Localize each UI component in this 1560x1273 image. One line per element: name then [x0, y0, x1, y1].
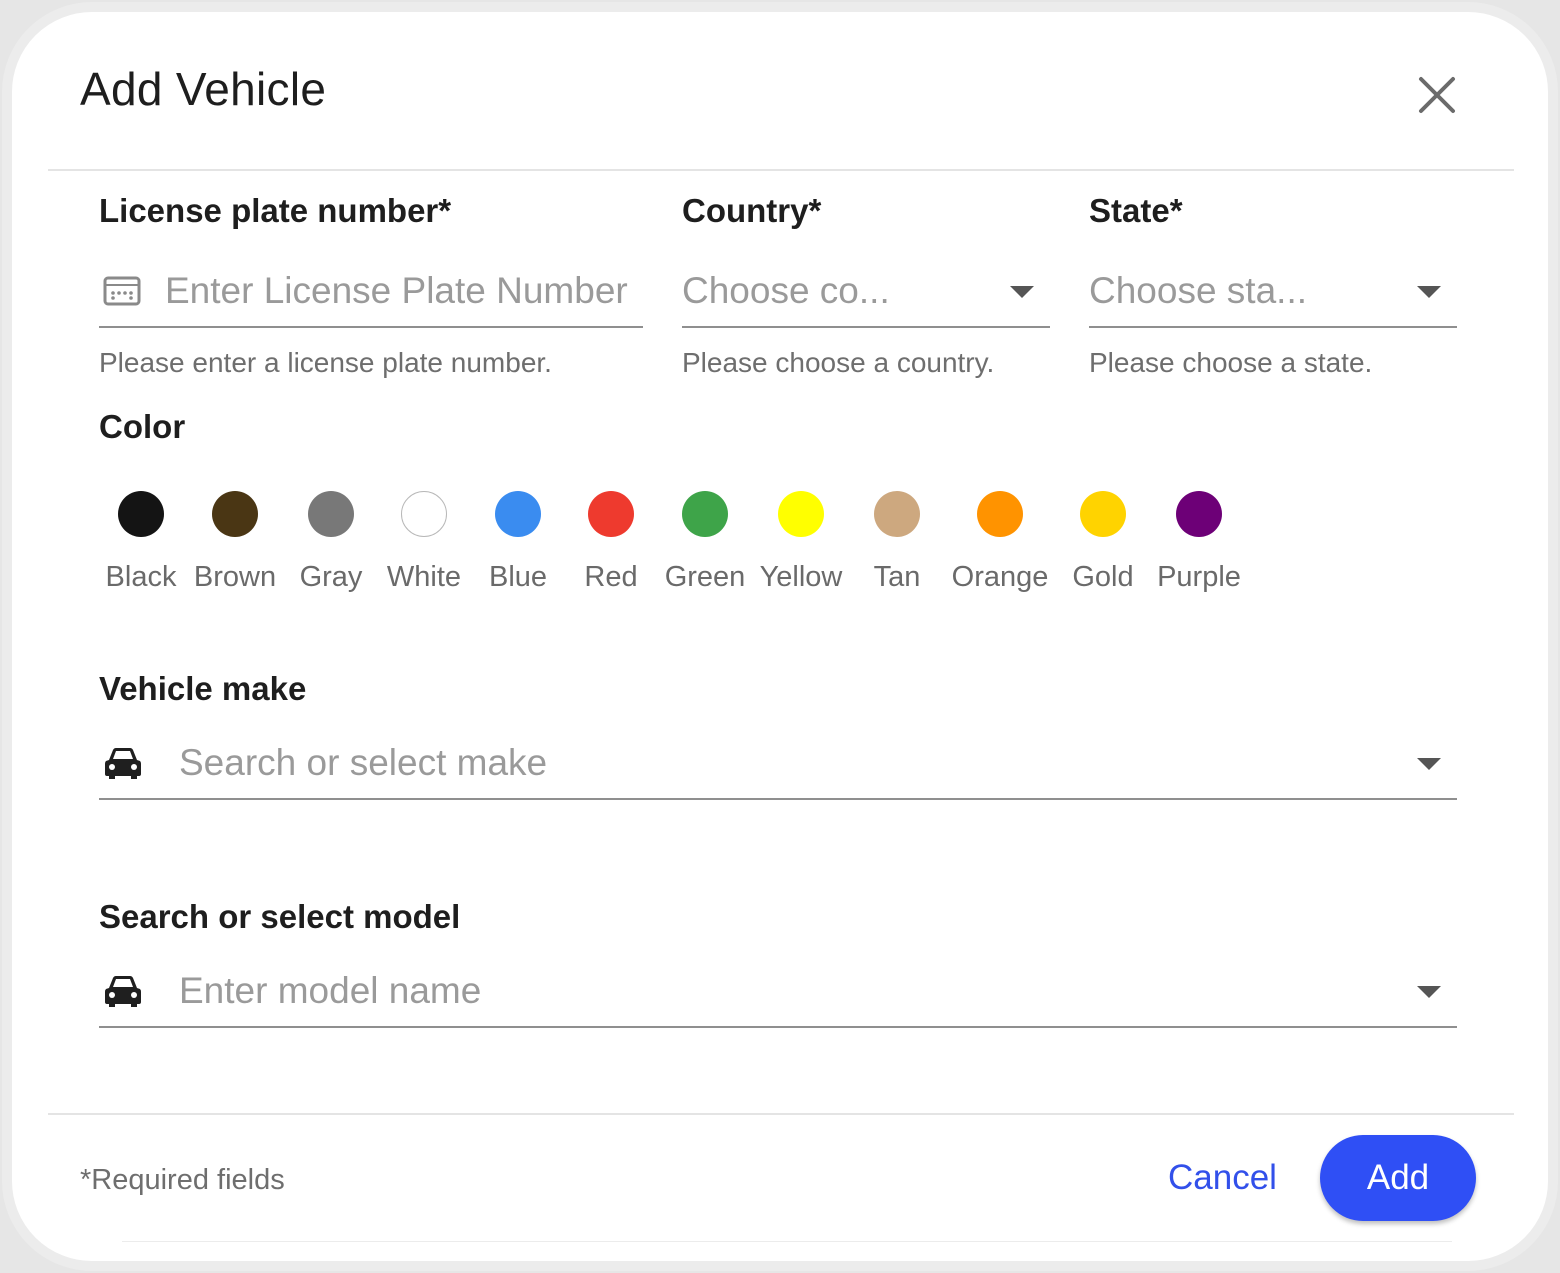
- license-plate-input[interactable]: Enter License Plate Number: [99, 256, 643, 328]
- color-option-label: Tan: [873, 561, 921, 593]
- vehicle-model-label: Search or select model: [99, 898, 461, 935]
- close-button[interactable]: [1412, 72, 1462, 122]
- state-placeholder: Choose sta...: [1089, 270, 1308, 311]
- color-option-label: Yellow: [759, 561, 843, 593]
- color-option-orange[interactable]: Orange: [952, 491, 1048, 593]
- color-option-brown[interactable]: Brown: [194, 491, 276, 593]
- color-swatch: [212, 491, 258, 537]
- car-icon: [103, 746, 143, 780]
- color-option-label: Red: [584, 561, 638, 593]
- license-plate-placeholder: Enter License Plate Number: [165, 270, 628, 311]
- chevron-down-icon: [1417, 986, 1441, 998]
- color-swatch: [118, 491, 164, 537]
- color-option-purple[interactable]: Purple: [1157, 491, 1241, 593]
- footer-bottom-line: [122, 1241, 1452, 1242]
- country-helper: Please choose a country.: [682, 347, 995, 378]
- color-option-label: White: [386, 561, 462, 593]
- color-option-black[interactable]: Black: [106, 491, 176, 593]
- color-swatch: [495, 491, 541, 537]
- color-swatch: [874, 491, 920, 537]
- vehicle-make-select[interactable]: Search or select make: [99, 728, 1457, 800]
- vehicle-make-label: Vehicle make: [99, 670, 307, 707]
- country-select[interactable]: Choose co...: [682, 256, 1050, 328]
- country-placeholder: Choose co...: [682, 270, 890, 311]
- color-option-label: Brown: [193, 561, 277, 593]
- state-select[interactable]: Choose sta...: [1089, 256, 1457, 328]
- cancel-button[interactable]: Cancel: [1168, 1158, 1277, 1198]
- color-swatch: [401, 491, 447, 537]
- color-option-gray[interactable]: Gray: [300, 491, 362, 593]
- color-option-gold[interactable]: Gold: [1072, 491, 1134, 593]
- chevron-down-icon: [1417, 758, 1441, 770]
- color-option-green[interactable]: Green: [665, 491, 745, 593]
- color-option-label: Black: [105, 561, 177, 593]
- state-helper: Please choose a state.: [1089, 347, 1373, 378]
- color-swatch: [588, 491, 634, 537]
- color-swatch: [977, 491, 1023, 537]
- vehicle-make-placeholder: Search or select make: [179, 742, 548, 783]
- license-plate-helper: Please enter a license plate number.: [99, 347, 552, 378]
- add-vehicle-dialog: Add Vehicle License plate number* Enter …: [2, 2, 1558, 1271]
- color-option-label: Orange: [951, 561, 1049, 593]
- color-option-tan[interactable]: Tan: [874, 491, 920, 593]
- color-option-white[interactable]: White: [387, 491, 461, 593]
- chevron-down-icon: [1010, 286, 1034, 298]
- color-option-label: Purple: [1157, 561, 1241, 593]
- color-option-label: Green: [664, 561, 746, 593]
- chevron-down-icon: [1417, 286, 1441, 298]
- header-divider: [48, 169, 1514, 171]
- color-label: Color: [99, 408, 186, 445]
- color-option-label: Gray: [299, 561, 363, 593]
- required-fields-note: *Required fields: [80, 1164, 285, 1196]
- color-option-yellow[interactable]: Yellow: [760, 491, 842, 593]
- color-swatch: [308, 491, 354, 537]
- color-swatch: [682, 491, 728, 537]
- vehicle-model-placeholder: Enter model name: [179, 970, 482, 1011]
- color-swatch: [778, 491, 824, 537]
- color-option-label: Gold: [1072, 561, 1134, 593]
- add-button[interactable]: Add: [1320, 1135, 1476, 1221]
- footer-divider: [48, 1113, 1514, 1115]
- color-option-blue[interactable]: Blue: [489, 491, 547, 593]
- vehicle-model-select[interactable]: Enter model name: [99, 956, 1457, 1028]
- color-swatch: [1080, 491, 1126, 537]
- color-option-label: Blue: [488, 561, 548, 593]
- car-icon: [103, 974, 143, 1008]
- color-option-red[interactable]: Red: [584, 491, 638, 593]
- state-label: State*: [1089, 192, 1183, 229]
- country-label: Country*: [682, 192, 822, 229]
- license-plate-icon: [103, 276, 141, 306]
- close-icon: [1417, 75, 1457, 120]
- license-plate-label: License plate number*: [99, 192, 452, 229]
- dialog-title: Add Vehicle: [80, 63, 327, 115]
- color-swatch: [1176, 491, 1222, 537]
